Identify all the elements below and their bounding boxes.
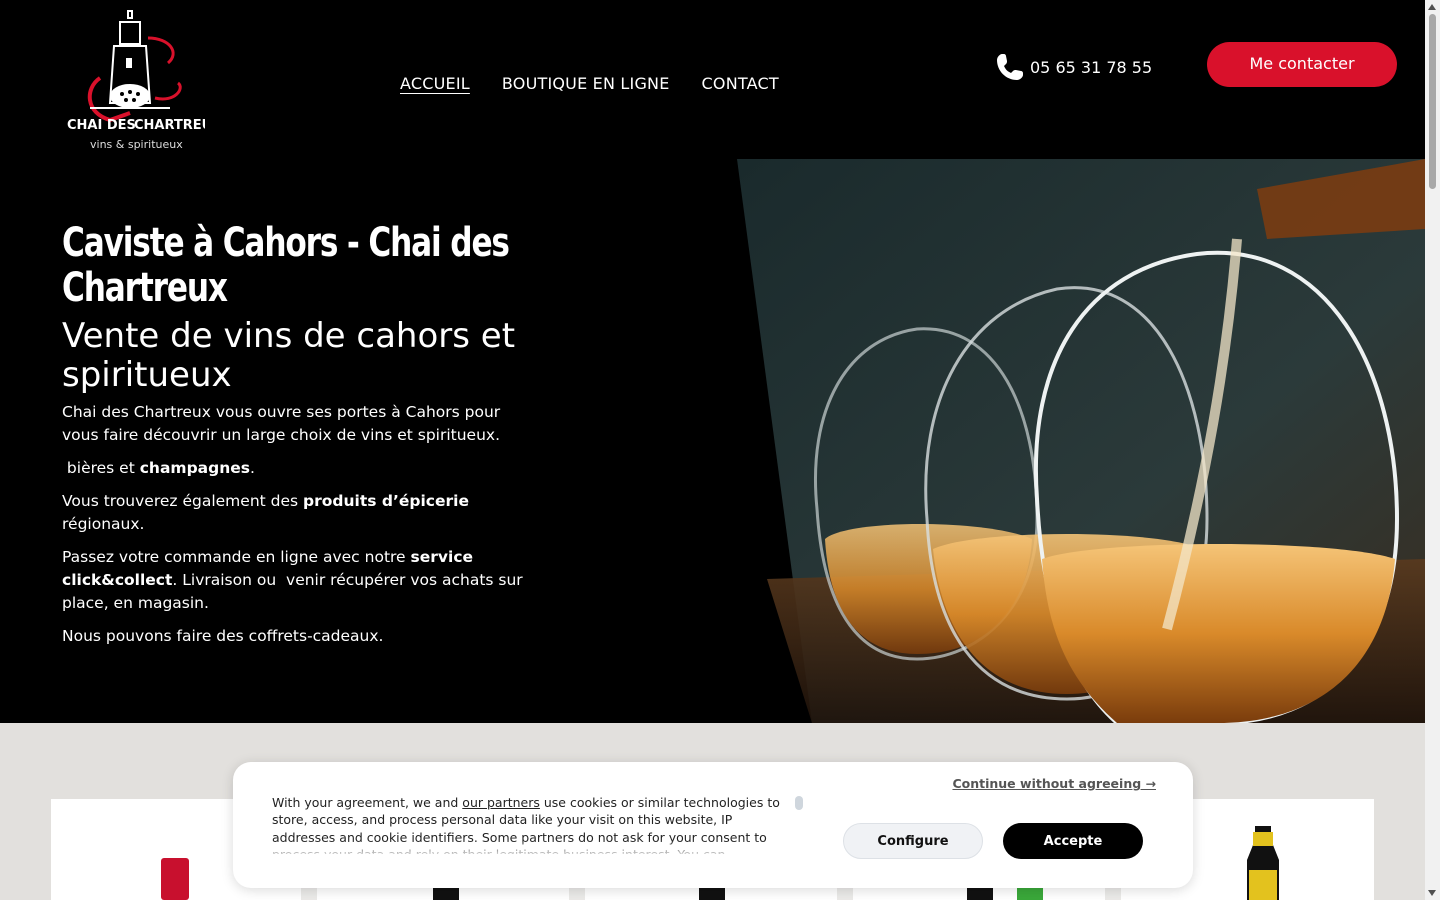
phone-contact[interactable]: 05 65 31 78 55 [994, 51, 1152, 83]
site-logo[interactable]: CHAI DES CHARTREUX vins & spiritueux [60, 8, 222, 156]
phone-number: 05 65 31 78 55 [1030, 57, 1153, 77]
svg-text:vins & spiritueux: vins & spiritueux [90, 138, 183, 151]
intro-paragraph: Chai des Chartreux vous ouvre ses portes… [62, 403, 501, 444]
wine-bottle-image [433, 886, 459, 900]
spirit-bottle-yellow-label-image [1247, 826, 1279, 900]
wine-bottle-image [699, 886, 725, 900]
hero-text-block: Caviste à Cahors - Chai des Chartreux Ve… [62, 221, 532, 658]
page-scrollbar[interactable] [1425, 0, 1440, 900]
our-partners-link[interactable]: our partners [462, 795, 540, 810]
configure-button[interactable]: Configure [843, 823, 983, 859]
wine-glasses-image [737, 159, 1425, 723]
hero-section: Caviste à Cahors - Chai des Chartreux Ve… [0, 159, 1425, 723]
scroll-down-icon[interactable] [1428, 890, 1436, 896]
logo-tower-icon: CHAI DES CHARTREUX vins & spiritueux [67, 10, 222, 151]
scroll-up-icon[interactable] [1428, 4, 1436, 10]
cookie-text-scrollbar[interactable] [795, 796, 803, 810]
cookie-consent-banner: Continue without agreeing → With your ag… [233, 762, 1193, 888]
site-header: CHAI DES CHARTREUX vins & spiritueux ACC… [0, 0, 1425, 159]
page-title: Caviste à Cahors - Chai des Chartreux [62, 220, 510, 311]
svg-text:CHARTREUX: CHARTREUX [134, 118, 205, 133]
svg-text:CHAI DES: CHAI DES [67, 118, 136, 133]
nav-contact[interactable]: CONTACT [702, 74, 779, 93]
contact-button[interactable]: Me contacter [1207, 42, 1397, 87]
wine-bottle-organic-label-image [967, 886, 1043, 900]
nav-boutique-en-ligne[interactable]: BOUTIQUE EN LIGNE [502, 74, 670, 93]
wine-bottle-red-cap-image [161, 858, 189, 900]
accept-button[interactable]: Accepte [1003, 823, 1143, 859]
main-nav: ACCUEIL BOUTIQUE EN LIGNE CONTACT [400, 74, 779, 93]
gift-box-paragraph: Nous pouvons faire des coffrets-cadeaux. [62, 627, 384, 645]
continue-without-agreeing-link[interactable]: Continue without agreeing → [952, 776, 1156, 791]
scrollbar-thumb[interactable] [1429, 14, 1436, 189]
page-subtitle: Vente de vins de cahors et spiritueux [62, 316, 516, 395]
phone-icon [997, 54, 1023, 80]
grocery-paragraph: Vous trouverez également des produits d’… [62, 492, 469, 533]
click-collect-paragraph: Passez votre commande en ligne avec notr… [62, 548, 528, 612]
text-fade [272, 840, 794, 858]
nav-accueil[interactable]: ACCUEIL [400, 74, 470, 93]
drinks-paragraph: bières et champagnes. [62, 459, 255, 477]
